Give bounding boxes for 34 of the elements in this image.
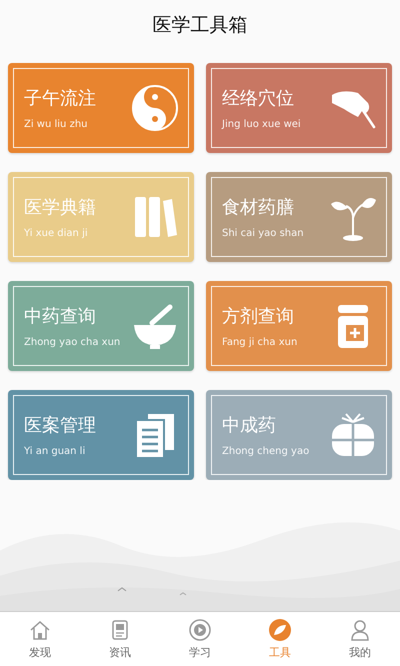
page-title: 医学工具箱 [152,13,248,38]
tool-card[interactable]: 经络穴位 Jing luo xue wei [206,63,392,153]
card-title: 经络穴位 [222,87,295,110]
card-subtitle: Shi cai yao shan [222,228,304,239]
tool-card[interactable]: 食材药膳 Shi cai yao shan [206,172,392,262]
card-title: 食材药膳 [222,196,295,219]
card-title: 医学典籍 [24,196,96,219]
tool-card[interactable]: 中成药 Zhong cheng yao [206,390,392,480]
card-subtitle: Zi wu liu zhu [24,119,89,130]
card-title: 医案管理 [24,414,96,437]
home-icon [28,618,52,642]
card-title: 中药查询 [24,305,97,328]
leaf-icon [268,618,292,642]
tool-card[interactable]: 方剂查询 Fang ji cha xun [206,281,392,371]
card-subtitle: Fang ji cha xun [222,337,298,348]
tool-card[interactable]: 医案管理 Yi an guan li [8,390,194,480]
card-subtitle: Zhong cheng yao [222,446,310,457]
card-subtitle: Jing luo xue wei [222,119,301,130]
play-icon [188,618,212,642]
tool-card[interactable]: 医学典籍 Yi xue dian ji [8,172,194,262]
card-title: 方剂查询 [222,305,295,328]
tab[interactable]: 工具 [240,612,320,666]
tab[interactable]: 我的 [320,612,400,666]
tab[interactable]: 发现 [0,612,80,666]
card-title: 中成药 [222,414,277,437]
card-title: 子午流注 [24,87,96,110]
tool-card[interactable]: 子午流注 Zi wu liu zhu [8,63,194,153]
tab[interactable]: 学习 [160,612,240,666]
card-subtitle: Yi an guan li [24,446,86,457]
tool-card[interactable]: 中药查询 Zhong yao cha xun [8,281,194,371]
card-subtitle: Zhong yao cha xun [24,337,120,348]
card-subtitle: Yi xue dian ji [24,228,89,239]
yin-yang-icon [130,83,180,133]
tab[interactable]: 资讯 [80,612,160,666]
